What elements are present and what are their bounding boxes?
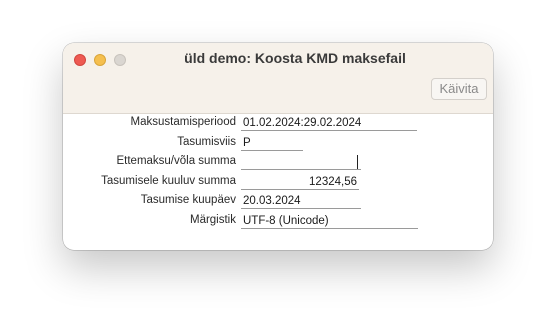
payment-method-label: Tasumisviis — [177, 135, 236, 148]
window-title: üld demo: Koosta KMD maksefail — [184, 50, 406, 66]
prepayment-amount-label: Ettemaksu/võla summa — [116, 155, 236, 167]
form-row-payment-method: Tasumisviis P — [63, 135, 493, 155]
form-row-payment-date: Tasumise kuupäev 20.03.2024 — [63, 193, 493, 213]
taxation-period-field[interactable]: 01.02.2024:29.02.2024 — [241, 116, 417, 131]
amount-due-label: Tasumisele kuuluv summa — [101, 174, 236, 187]
form-row-charset: Märgistik UTF-8 (Unicode) — [63, 213, 493, 233]
form-row-amount-due: Tasumisele kuuluv summa 12324,56 — [63, 174, 493, 194]
form: Maksustamisperiood 01.02.2024:29.02.2024… — [63, 115, 493, 232]
prepayment-amount-field[interactable] — [241, 155, 361, 170]
title-bar: üld demo: Koosta KMD maksefail Käivita — [63, 43, 493, 114]
form-row-prepayment-amount: Ettemaksu/võla summa — [63, 154, 493, 174]
run-button[interactable]: Käivita — [431, 78, 487, 100]
payment-method-field[interactable]: P — [241, 136, 303, 151]
payment-date-field[interactable]: 20.03.2024 — [241, 194, 361, 209]
form-row-taxation-period: Maksustamisperiood 01.02.2024:29.02.2024 — [63, 115, 493, 135]
amount-due-field[interactable]: 12324,56 — [241, 175, 359, 190]
payment-date-label: Tasumise kuupäev — [140, 194, 236, 206]
taxation-period-label: Maksustamisperiood — [130, 116, 236, 128]
charset-field[interactable]: UTF-8 (Unicode) — [241, 214, 418, 229]
dialog-window: üld demo: Koosta KMD maksefail Käivita M… — [63, 43, 493, 250]
charset-label: Märgistik — [189, 213, 236, 226]
text-cursor — [357, 155, 358, 169]
